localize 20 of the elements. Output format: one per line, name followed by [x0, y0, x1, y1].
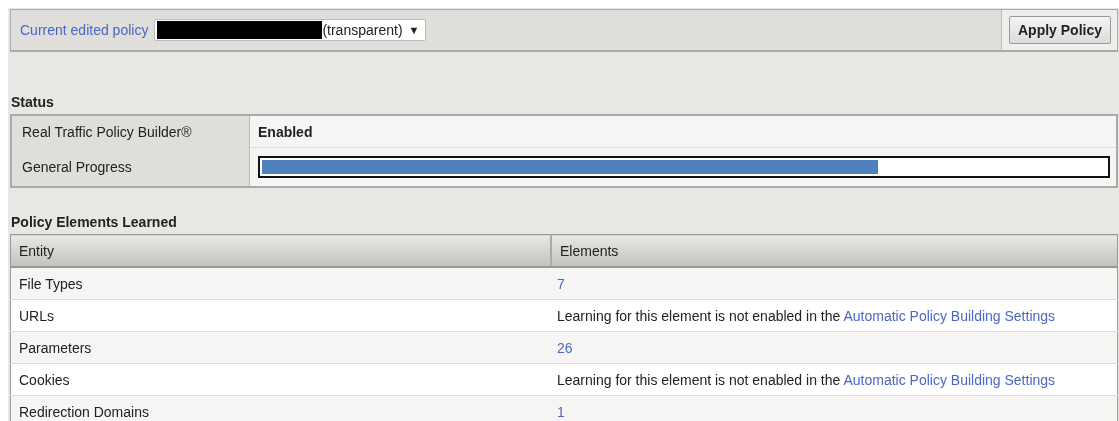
apply-policy-button[interactable]: Apply Policy: [1008, 16, 1111, 44]
count-link[interactable]: 1: [557, 403, 565, 420]
section-title: Policy Elements Learned: [10, 214, 178, 232]
table-cell: Enabled: [249, 115, 1117, 148]
table-cell: File Types: [10, 267, 551, 300]
column-header: Elements: [551, 234, 1118, 267]
policy-select[interactable]: (transparent) ▼: [154, 19, 427, 41]
table-cell: Redirection Domains: [10, 395, 551, 421]
count-link[interactable]: 7: [557, 275, 565, 292]
message-text: Learning for this element is not enabled in the: [557, 371, 841, 388]
message-text: Learning for this element is not enabled in the: [557, 307, 841, 324]
section-title: Status: [10, 94, 55, 112]
table-cell: Parameters: [10, 331, 551, 364]
policy-label: Current edited policy: [20, 22, 149, 38]
count-link[interactable]: 26: [557, 339, 573, 356]
settings-link[interactable]: Automatic Policy Building Settings: [843, 371, 1056, 388]
column-header: Entity: [10, 234, 551, 267]
table-cell: Real Traffic Policy Builder®: [11, 115, 250, 148]
table-cell: General Progress: [11, 147, 250, 187]
settings-link[interactable]: Automatic Policy Building Settings: [843, 307, 1056, 324]
